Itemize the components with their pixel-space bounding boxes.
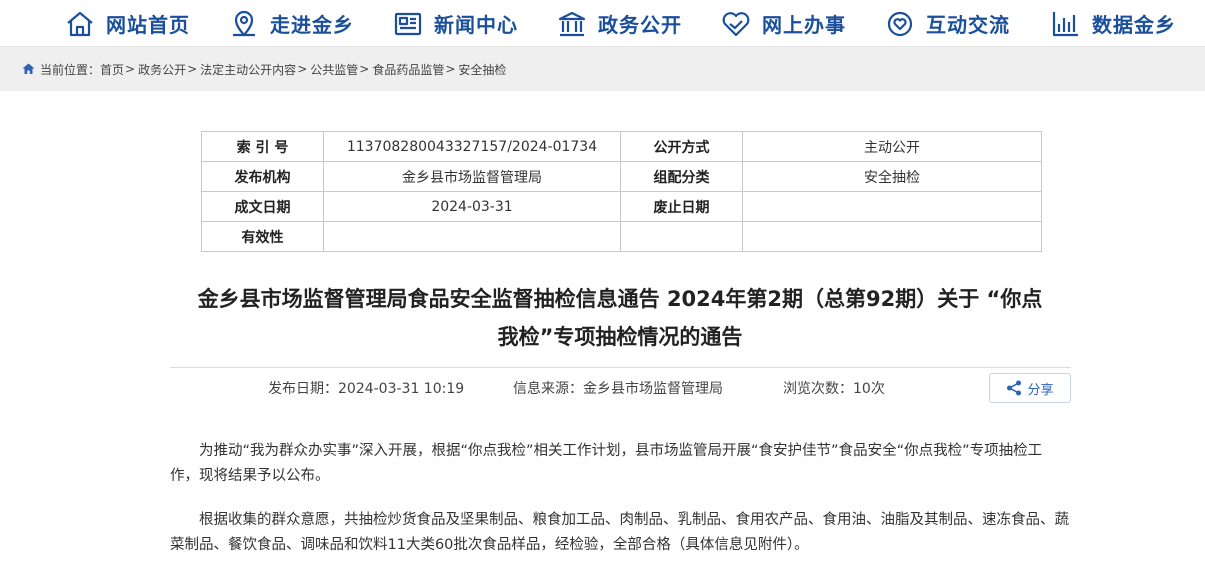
article-title-line1: 金乡县市场监督管理局食品安全监督抽检信息通告 2024年第2期（总第92期）关于… [197,287,1043,311]
hand-heart-icon [887,11,913,36]
handshake-heart-icon [722,11,750,36]
map-pin-icon [233,10,255,36]
top-navigation: 网站首页 走进金乡 新闻中心 政务公开 网上办事 互动交流 数据金乡 [0,0,1205,47]
nav-item-news[interactable]: 新闻中心 [392,0,518,47]
share-label: 分享 [1027,382,1054,398]
newspaper-icon [394,12,422,35]
article-paragraph-2: 根据收集的群众意愿，共抽检炒货食品及坚果制品、粮食加工品、肉制品、乳制品、食用农… [170,512,1069,553]
nav-item-home[interactable]: 网站首页 [64,0,190,47]
table-row: 索 引 号 113708280043327157/2024-01734 公开方式… [201,131,1042,162]
article-title: 金乡县市场监督管理局食品安全监督抽检信息通告 2024年第2期（总第92期）关于… [170,280,1070,356]
view-count: 浏览次数：10次 [783,381,885,397]
validity-label: 有效性 [201,221,324,252]
breadcrumb: 当前位置： 首页 > 政务公开 > 法定主动公开内容 > 公共监管 > 食品药品监管 > … [22,47,506,91]
breadcrumb-link-statutory[interactable]: 法定主动公开内容 [200,61,296,78]
publish-date: 发布日期：2024-03-31 10:19 [268,381,465,397]
breadcrumb-link-safety-check[interactable]: 安全抽检 [458,61,506,78]
category-value: 安全抽检 [742,161,1042,192]
nav-label-data: 数据金乡 [1092,13,1176,37]
breadcrumb-separator: > [297,62,308,76]
nav-label-services: 网上办事 [762,13,846,37]
nav-label-about: 走进金乡 [270,13,354,37]
created-date-value: 2024-03-31 [323,191,621,222]
document-meta-table: 索 引 号 113708280043327157/2024-01734 公开方式… [201,131,1042,252]
title-divider [170,367,1071,368]
nav-item-interaction[interactable]: 互动交流 [884,0,1010,47]
empty-cell [742,221,1042,252]
nav-item-about[interactable]: 走进金乡 [228,0,354,47]
breadcrumb-separator: > [125,62,136,76]
home-icon [22,63,35,74]
index-value: 113708280043327157/2024-01734 [323,131,621,162]
breadcrumb-separator: > [359,62,370,76]
abolish-date-value [742,191,1042,222]
nav-label-news: 新闻中心 [434,13,518,37]
breadcrumb-bar: 当前位置： 首页 > 政务公开 > 法定主动公开内容 > 公共监管 > 食品药品监管 > … [0,47,1205,91]
index-label: 索 引 号 [201,131,324,162]
empty-cell [620,221,743,252]
bar-chart-icon [1052,11,1078,36]
table-row: 成文日期 2024-03-31 废止日期 [201,191,1042,222]
share-icon [1007,380,1022,396]
breadcrumb-link-food-drug[interactable]: 食品药品监管 [372,61,444,78]
abolish-date-label: 废止日期 [620,191,743,222]
government-building-icon [558,11,586,36]
nav-item-services[interactable]: 网上办事 [720,0,846,47]
publisher-value: 金乡县市场监督管理局 [323,161,621,192]
article-paragraph-1: 为推动“我为群众办实事”深入开展，根据“你点我检”相关工作计划，县市场监管局开展… [170,443,1043,484]
category-label: 组配分类 [620,161,743,192]
publisher-label: 发布机构 [201,161,324,192]
open-mode-label: 公开方式 [620,131,743,162]
breadcrumb-prefix: 当前位置： [40,62,101,77]
nav-item-data[interactable]: 数据金乡 [1050,0,1176,47]
breadcrumb-separator: > [445,62,456,76]
table-row: 发布机构 金乡县市场监督管理局 组配分类 安全抽检 [201,161,1042,192]
nav-label-interaction: 互动交流 [926,13,1010,37]
home-icon [67,11,93,36]
breadcrumb-link-home[interactable]: 首页 [100,61,124,78]
table-row: 有效性 [201,221,1042,252]
nav-label-home: 网站首页 [106,13,190,37]
breadcrumb-separator: > [187,62,198,76]
created-date-label: 成文日期 [201,191,324,222]
nav-item-government[interactable]: 政务公开 [556,0,682,47]
validity-value [323,221,621,252]
info-source: 信息来源：金乡县市场监督管理局 [513,381,723,397]
open-mode-value: 主动公开 [742,131,1042,162]
nav-label-government: 政务公开 [598,13,682,37]
article-title-line2: 我检”专项抽检情况的通告 [497,325,743,349]
breadcrumb-link-government[interactable]: 政务公开 [138,61,186,78]
share-button[interactable]: 分享 [989,373,1071,403]
breadcrumb-link-public-supervision[interactable]: 公共监管 [310,61,358,78]
